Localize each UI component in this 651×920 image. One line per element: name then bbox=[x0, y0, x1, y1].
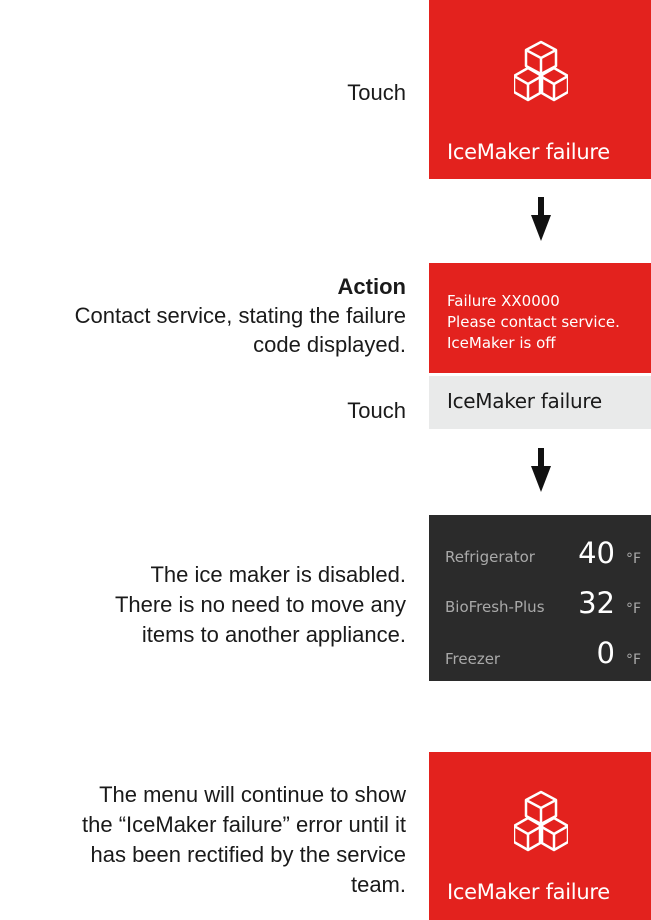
disabled-text-line1: The ice maker is disabled. bbox=[150, 562, 406, 587]
ice-cubes-icon bbox=[514, 40, 568, 102]
zone-unit-biofresh: °F bbox=[625, 601, 641, 617]
menu-info-line4: team. bbox=[350, 872, 406, 897]
error-message-panel: Failure XX0000 Please contact service. I… bbox=[429, 263, 651, 373]
icemaker-failure-label: IceMaker failure bbox=[447, 880, 610, 904]
zone-temp-biofresh: 32 bbox=[578, 586, 615, 620]
touch-instruction-2: Touch bbox=[347, 398, 406, 423]
icemaker-failure-tile-1[interactable]: IceMaker failure bbox=[429, 0, 651, 179]
touch-instruction-1: Touch bbox=[347, 80, 406, 105]
error-contact-line: Please contact service. bbox=[447, 313, 620, 331]
disabled-text-line2: There is no need to move any bbox=[114, 592, 406, 617]
error-status-line: IceMaker is off bbox=[447, 334, 556, 352]
down-arrow-icon bbox=[531, 448, 551, 492]
icemaker-failure-tile-2[interactable]: IceMaker failure bbox=[429, 752, 651, 920]
zone-label-freezer: Freezer bbox=[445, 650, 501, 668]
disabled-text-line3: items to another appliance. bbox=[141, 622, 406, 647]
down-arrow-icon bbox=[531, 197, 551, 241]
zone-temp-freezer: 0 bbox=[596, 636, 615, 670]
zone-label-refrigerator: Refrigerator bbox=[445, 548, 535, 566]
icemaker-failure-button-label: IceMaker failure bbox=[447, 389, 602, 413]
ice-cubes-icon bbox=[514, 790, 568, 852]
zone-label-biofresh: BioFresh-Plus bbox=[445, 598, 545, 616]
action-heading: Action bbox=[337, 274, 406, 299]
action-text-line2: code displayed. bbox=[253, 332, 406, 357]
zone-temp-refrigerator: 40 bbox=[578, 536, 615, 570]
zone-unit-refrigerator: °F bbox=[625, 551, 641, 567]
action-text-line1: Contact service, stating the failure bbox=[74, 303, 406, 328]
error-code-line: Failure XX0000 bbox=[447, 292, 560, 310]
menu-info-line2: the “IceMaker failure” error until it bbox=[82, 812, 406, 837]
zone-unit-freezer: °F bbox=[625, 652, 641, 668]
icemaker-failure-label: IceMaker failure bbox=[447, 140, 610, 164]
menu-info-line1: The menu will continue to show bbox=[99, 782, 406, 807]
menu-info-line3: has been rectified by the service bbox=[90, 842, 406, 867]
icemaker-failure-button[interactable]: IceMaker failure bbox=[429, 376, 651, 429]
temperature-panel: Refrigerator 40 °F BioFresh-Plus 32 °F F… bbox=[429, 515, 651, 681]
